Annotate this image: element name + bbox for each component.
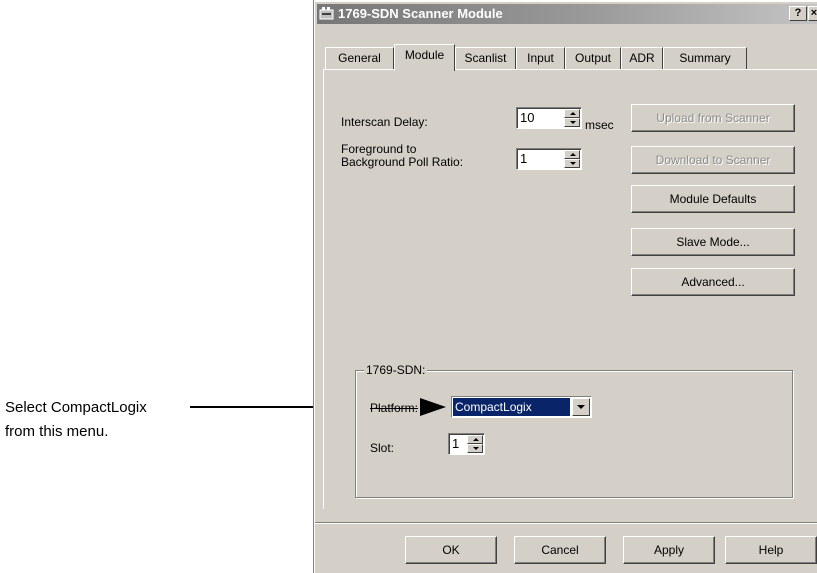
slot-label: Slot: bbox=[370, 441, 395, 455]
slot-spin-up[interactable] bbox=[467, 435, 483, 444]
close-title-button[interactable]: × bbox=[808, 6, 817, 21]
slave-mode-button[interactable]: Slave Mode... bbox=[631, 228, 795, 256]
help-title-button[interactable]: ? bbox=[789, 6, 807, 21]
close-icon: × bbox=[810, 7, 817, 19]
spin-down-icon bbox=[570, 121, 576, 124]
tab-adr[interactable]: ADR bbox=[621, 47, 663, 69]
interscan-delay-label: Interscan Delay: bbox=[341, 115, 428, 129]
upload-from-scanner-button[interactable]: Upload from Scanner bbox=[631, 104, 795, 132]
slot-value[interactable]: 1 bbox=[452, 436, 459, 452]
app-icon bbox=[319, 6, 335, 21]
tab-general[interactable]: General bbox=[325, 47, 394, 69]
platform-label: Platform: bbox=[370, 401, 419, 415]
interscan-spin-down[interactable] bbox=[564, 118, 580, 127]
advanced-button[interactable]: Advanced... bbox=[631, 268, 795, 296]
tab-input[interactable]: Input bbox=[516, 47, 565, 69]
slot-spinbox[interactable]: 1 bbox=[448, 433, 485, 455]
interscan-spin-up[interactable] bbox=[564, 109, 580, 118]
slot-spin-down[interactable] bbox=[467, 444, 483, 453]
interscan-delay-value[interactable]: 10 bbox=[520, 110, 534, 126]
footer-separator bbox=[315, 522, 817, 524]
sdn-group-title: 1769-SDN: bbox=[364, 363, 428, 377]
tab-output[interactable]: Output bbox=[565, 47, 621, 69]
help-button[interactable]: Help bbox=[725, 536, 817, 564]
apply-button[interactable]: Apply bbox=[623, 536, 715, 564]
cancel-button[interactable]: Cancel bbox=[514, 536, 606, 564]
sdn-group-box bbox=[355, 370, 793, 498]
callout-text: Select CompactLogix from this menu. bbox=[5, 396, 147, 444]
callout-line-2: from this menu. bbox=[5, 423, 109, 440]
interscan-delay-spinbox[interactable]: 10 bbox=[516, 107, 582, 129]
window-title: 1769-SDN Scanner Module bbox=[338, 6, 503, 21]
tab-scanlist[interactable]: Scanlist bbox=[455, 47, 516, 69]
dialog-border bbox=[313, 0, 314, 573]
platform-dropdown-button[interactable] bbox=[572, 398, 590, 416]
spin-up-icon bbox=[473, 438, 479, 441]
callout-line-1: Select CompactLogix bbox=[5, 399, 147, 416]
ok-button[interactable]: OK bbox=[405, 536, 497, 564]
module-defaults-button[interactable]: Module Defaults bbox=[631, 185, 795, 213]
download-to-scanner-button[interactable]: Download to Scanner bbox=[631, 146, 795, 174]
platform-dropdown[interactable]: CompactLogix bbox=[451, 396, 592, 418]
poll-ratio-label-line2: Background Poll Ratio: bbox=[341, 155, 464, 169]
interscan-unit-label: msec bbox=[585, 118, 614, 132]
poll-spin-down[interactable] bbox=[564, 159, 580, 168]
poll-spin-up[interactable] bbox=[564, 150, 580, 159]
poll-ratio-value[interactable]: 1 bbox=[520, 151, 527, 167]
spin-up-icon bbox=[570, 153, 576, 156]
tab-summary[interactable]: Summary bbox=[663, 47, 747, 69]
spin-down-icon bbox=[473, 447, 479, 450]
spin-up-icon bbox=[570, 112, 576, 115]
tab-module[interactable]: Module bbox=[394, 44, 455, 71]
poll-ratio-spinbox[interactable]: 1 bbox=[516, 148, 582, 170]
spin-down-icon bbox=[570, 162, 576, 165]
poll-ratio-label-line1: Foreground to bbox=[341, 142, 417, 156]
callout-arrowhead bbox=[420, 398, 446, 416]
chevron-down-icon bbox=[577, 405, 585, 409]
platform-selected-value[interactable]: CompactLogix bbox=[453, 398, 570, 416]
